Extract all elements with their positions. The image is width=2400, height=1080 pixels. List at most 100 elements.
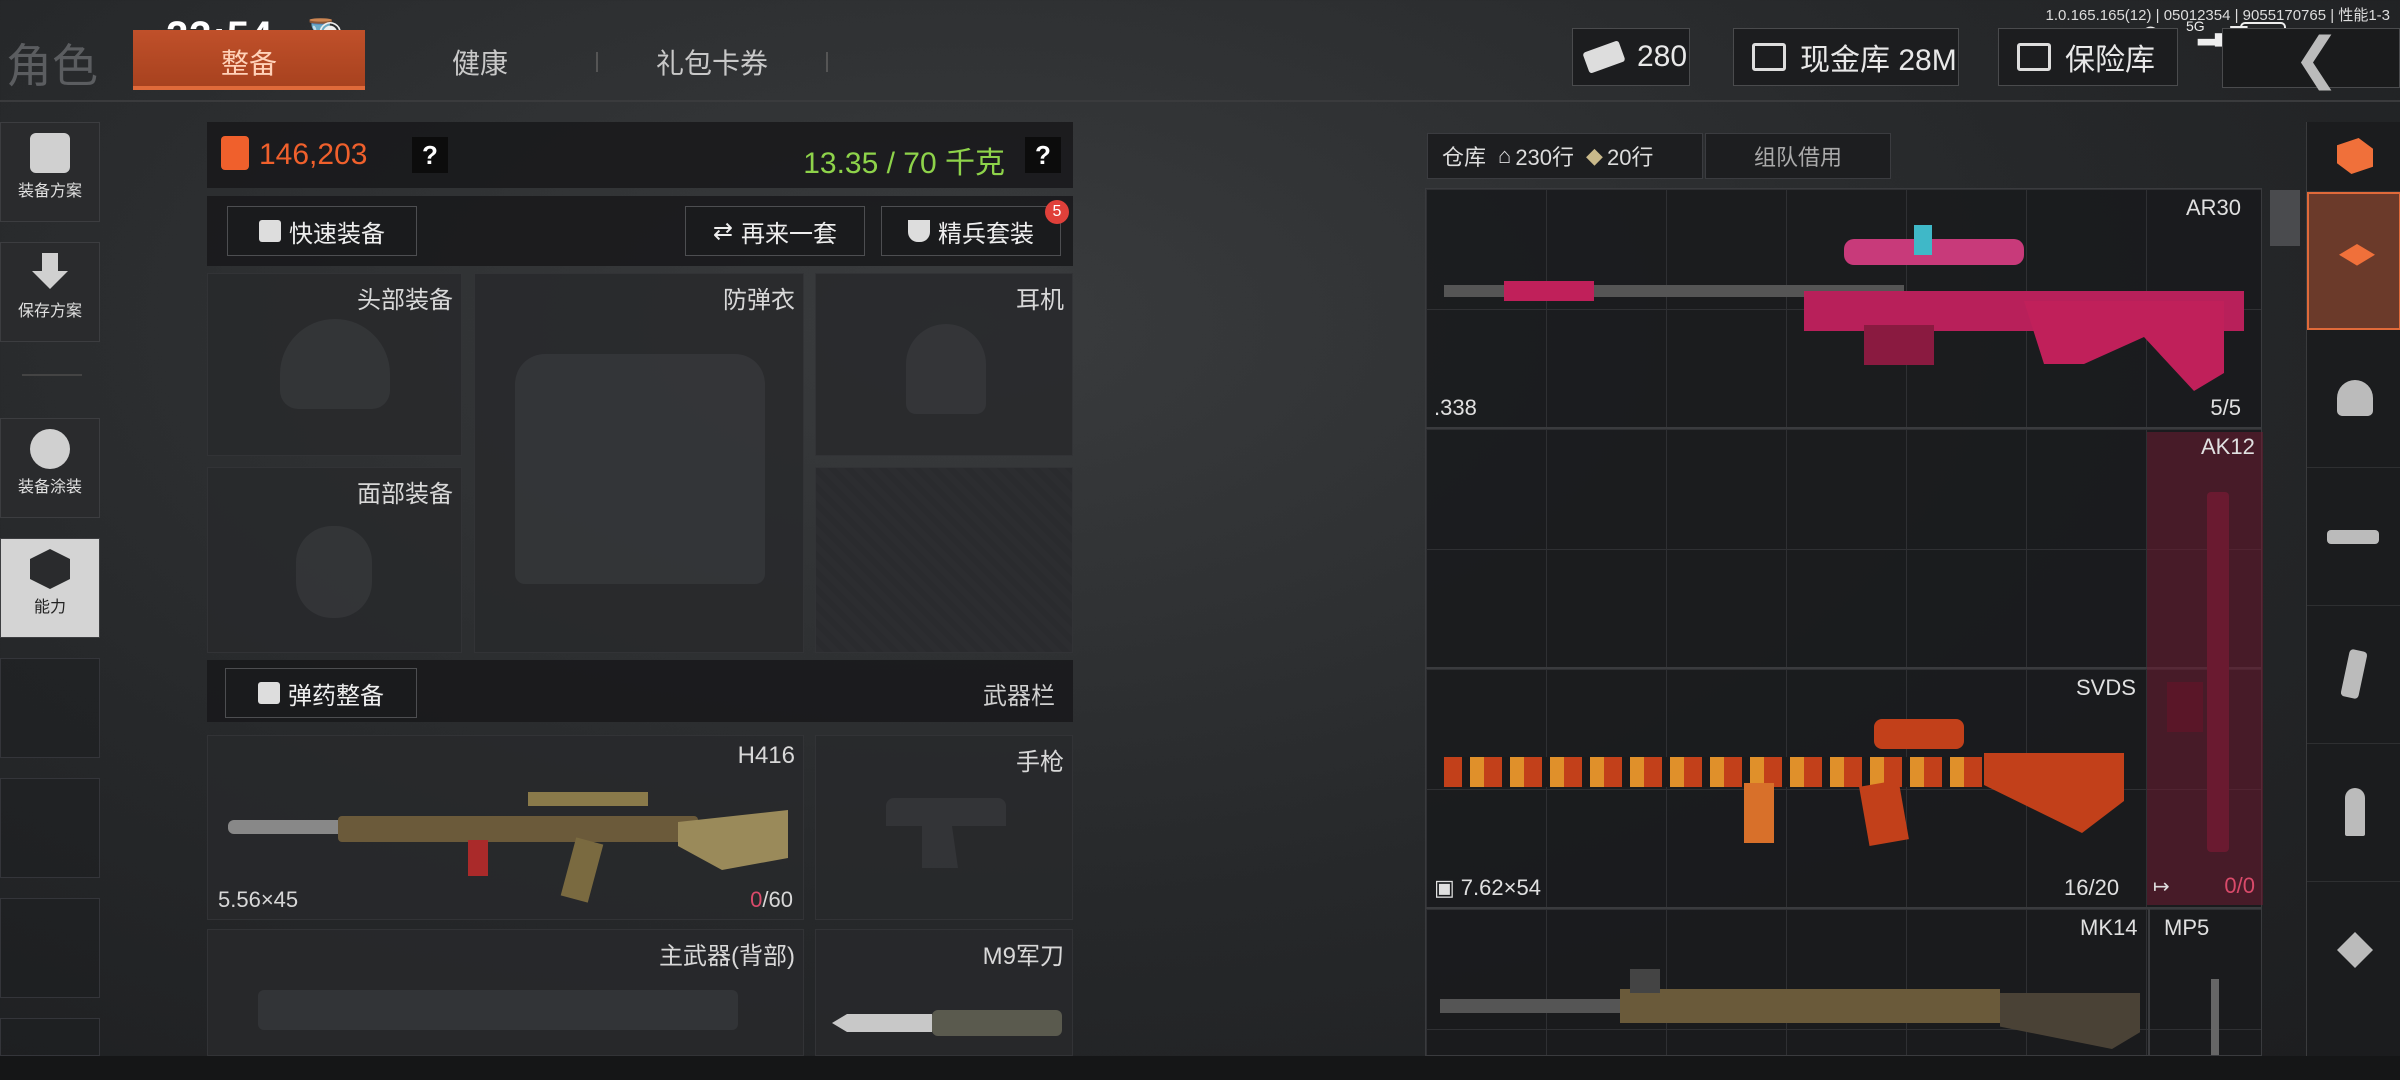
slot-label: 耳机 (1016, 287, 1064, 314)
warehouse-item-mk14[interactable]: MK14 (1426, 909, 2261, 1055)
lightning-shield-icon (30, 549, 70, 589)
shield-icon (908, 220, 930, 242)
svds-rifle-icon (1444, 709, 2124, 849)
home-icon: ⌂ (1498, 143, 1512, 168)
rows-home: 230行 (1515, 145, 1575, 170)
helmet-icon (280, 319, 390, 409)
tab-health[interactable]: 健康 (452, 42, 508, 82)
currency-value: 280 (1637, 40, 1688, 73)
head-gear-slot[interactable]: 头部装备 (207, 273, 462, 456)
sidebar-label: 保存方案 (17, 303, 82, 320)
weight-display: 13.35 / 70 千克 (803, 147, 1005, 180)
money-help-button[interactable]: ? (412, 137, 448, 173)
tab-warehouse[interactable]: 仓库 ⌂ 230行 ◆ 20行 (1427, 133, 1703, 179)
category-magazine[interactable] (2307, 606, 2400, 744)
cash-vault-label: 现金库 28M (1800, 44, 1957, 77)
slot-label: 防弹衣 (723, 287, 795, 314)
ak12-rifle-icon (2207, 492, 2229, 852)
body-armor-slot[interactable]: 防弹衣 (474, 273, 804, 653)
slot-label: 手枪 (1016, 749, 1064, 776)
headset-slot[interactable]: 耳机 (815, 273, 1073, 456)
ammo-prep-button[interactable]: 弹药整备 (225, 668, 417, 718)
face-gear-slot[interactable]: 面部装备 (207, 467, 462, 653)
sidebar-empty-slot (0, 898, 100, 998)
tab-equip[interactable]: 整备 (133, 30, 365, 90)
magazine-icon (2340, 648, 2368, 700)
rifle-ghost-icon (258, 990, 738, 1030)
bottom-bar (0, 1056, 2400, 1080)
page-title: 角色 (6, 40, 98, 92)
category-all-items[interactable] (2307, 192, 2400, 330)
sidebar-item-loadout-plan[interactable]: 装备方案 (0, 122, 100, 222)
soldier-icon (30, 429, 70, 469)
weapon-name: SVDS (2076, 675, 2136, 700)
pistol-slot[interactable]: 手枪 (815, 735, 1073, 920)
weapon-bar-label: 武器栏 (983, 683, 1055, 710)
sidebar-label: 装备涂装 (17, 479, 82, 496)
sidebar-item-ability[interactable]: 能力 (0, 538, 100, 638)
quick-equip-button[interactable]: 快速装备 (227, 206, 417, 256)
locked-slot (815, 467, 1073, 653)
ak12-mag-icon (2167, 682, 2203, 732)
caliber-label: ▣ 7.62×54 (1434, 875, 1541, 900)
category-ammo[interactable] (2307, 744, 2400, 882)
gas-mask-icon (296, 526, 372, 618)
warehouse-item-svds[interactable]: SVDS ▣ 7.62×54 16/20 (1426, 669, 2261, 909)
slot-label: 主武器(背部) (659, 943, 795, 970)
tab-divider (596, 52, 598, 72)
mk14-rifle-icon (1440, 959, 2140, 1049)
category-rifle[interactable] (2307, 468, 2400, 606)
knife-slot[interactable]: M9军刀 (815, 929, 1073, 1056)
warehouse-item-ak12[interactable]: AK12 ↦ 0/0 (2147, 432, 2263, 905)
mp5-name[interactable]: MP5 (2164, 915, 2209, 941)
back-weapon-slot[interactable]: 主武器(背部) (207, 929, 804, 1056)
category-attachment[interactable] (2307, 882, 2400, 1020)
elite-set-button[interactable]: 精兵套装 (881, 206, 1061, 256)
category-all[interactable] (2307, 122, 2400, 192)
sidebar-empty-slot (0, 658, 100, 758)
back-button[interactable]: ❮ (2222, 28, 2400, 88)
helmet-icon (2337, 380, 2373, 416)
tab-divider (826, 52, 828, 72)
loadout-actions: 快速装备 ⇄ 再来一套 精兵套装 5 (207, 196, 1073, 266)
sidebar-item-save-plan[interactable]: 保存方案 (0, 242, 100, 342)
layers-icon (2339, 244, 2375, 266)
cash-vault-button[interactable]: 现金库 28M (1733, 28, 1959, 86)
ticket-icon: ◆ (1586, 143, 1603, 168)
money-display: 146,203 (221, 136, 367, 172)
vest-icon (30, 133, 70, 173)
slot-label: M9军刀 (982, 943, 1064, 970)
ammo-bar: 弹药整备 武器栏 (207, 660, 1073, 722)
safe-vault-button[interactable]: 保险库 (1998, 28, 2178, 86)
ammo-icon (258, 682, 280, 704)
primary-weapon-slot[interactable]: H416 5.56×45 0/60 (207, 735, 804, 920)
ammo-prep-label: 弹药整备 (288, 682, 384, 710)
sidebar-empty-slot (0, 1018, 100, 1056)
caliber-label: 5.56×45 (218, 887, 299, 912)
again-label: 再来一套 (741, 220, 838, 248)
download-icon (32, 253, 68, 289)
again-button[interactable]: ⇄ 再来一套 (685, 206, 865, 256)
bullet-icon (2345, 788, 2365, 836)
move-out-icon[interactable]: ↦ (2153, 874, 2170, 899)
h416-rifle-icon (228, 786, 788, 903)
shirt-icon (259, 220, 281, 242)
ticket-icon (1582, 40, 1626, 74)
caliber-label: .338 (1434, 395, 1477, 420)
weapon-name: H416 (737, 742, 795, 769)
backpack-icon (221, 136, 249, 170)
warehouse-item-ar30[interactable]: AR30 .338 5/5 (1426, 189, 2261, 429)
slot-label: 面部装备 (357, 481, 453, 508)
currency-box[interactable]: 280 (1572, 28, 1690, 86)
weight-help-button[interactable]: ? (1025, 137, 1061, 173)
cash-vault-icon (1752, 43, 1786, 71)
back-arrow-icon: ❮ (2293, 26, 2340, 89)
warehouse-scrollbar[interactable] (2270, 190, 2300, 246)
tab-team-borrow[interactable]: 组队借用 (1705, 133, 1891, 179)
sidebar-item-skin[interactable]: 装备涂装 (0, 418, 100, 518)
category-helmet[interactable] (2307, 330, 2400, 468)
vest-icon (515, 354, 765, 584)
headset-icon (906, 324, 986, 414)
tab-gift-cards[interactable]: 礼包卡券 (656, 42, 768, 82)
sidebar-label: 装备方案 (17, 183, 82, 200)
